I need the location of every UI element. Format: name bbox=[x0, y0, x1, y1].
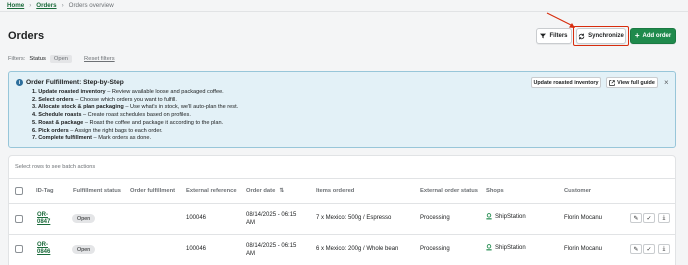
reset-filters-link[interactable]: Reset filters bbox=[84, 56, 115, 62]
synchronize-button[interactable]: Synchronize bbox=[576, 28, 626, 44]
order-date: 08/14/2025 - 06:15 AM bbox=[246, 212, 297, 226]
status-filter-label: Status bbox=[29, 56, 46, 62]
column-header-order-date-label: Order date bbox=[246, 188, 276, 194]
edit-icon[interactable]: ✎ bbox=[630, 213, 642, 223]
column-header-external-status[interactable]: External order status bbox=[420, 188, 478, 194]
page-title: Orders bbox=[8, 30, 45, 42]
orders-table-card: Select rows to see batch actions ID-Tag … bbox=[8, 155, 676, 265]
shipstation-icon bbox=[486, 244, 492, 251]
external-order-status: Processing bbox=[420, 215, 450, 221]
order-id-link[interactable]: OR-0847 bbox=[37, 212, 53, 226]
shop-name: ShipStation bbox=[495, 244, 526, 251]
filter-icon bbox=[540, 33, 547, 39]
filters-button-label: Filters bbox=[549, 33, 568, 39]
steps-list: 1. Update roasted inventory – Review ava… bbox=[32, 89, 238, 143]
update-roasted-inventory-button[interactable]: Update roasted inventory bbox=[531, 77, 601, 88]
select-all-checkbox[interactable] bbox=[15, 187, 23, 195]
breadcrumb-current: Orders overview bbox=[68, 2, 114, 9]
checkmark-icon[interactable]: ✓ bbox=[643, 244, 655, 254]
add-order-button-label: Add order bbox=[642, 33, 672, 39]
breadcrumb: Home › Orders › Orders overview bbox=[7, 2, 114, 9]
download-icon[interactable]: ⤓ bbox=[658, 213, 670, 223]
download-icon[interactable]: ⤓ bbox=[658, 244, 670, 254]
step-item: 5. Roast & package – Roast the coffee an… bbox=[32, 119, 224, 126]
fulfillment-guide-banner: i Order Fulfillment: Step-by-Step 1. Upd… bbox=[8, 71, 676, 148]
edit-icon[interactable]: ✎ bbox=[630, 244, 642, 254]
external-reference: 100046 bbox=[186, 215, 207, 221]
shop: ShipStation bbox=[486, 244, 526, 251]
row-checkbox[interactable] bbox=[15, 245, 23, 253]
step-item: 3. Allocate stock & plan packaging – Use… bbox=[32, 104, 239, 111]
sort-icon: ⇅ bbox=[279, 188, 285, 194]
divider bbox=[9, 203, 675, 204]
divider bbox=[9, 234, 675, 235]
step-item: 2. Select orders – Choose which orders y… bbox=[32, 96, 177, 103]
column-header-order-fulfillment[interactable]: Order fulfillment bbox=[130, 188, 175, 194]
column-header-items[interactable]: Items ordered bbox=[316, 188, 354, 194]
column-header-order-date[interactable]: Order date ⇅ bbox=[246, 188, 284, 194]
external-reference: 100046 bbox=[186, 246, 207, 252]
breadcrumb-home-link[interactable]: Home bbox=[7, 2, 24, 9]
status-badge: Open bbox=[72, 245, 96, 254]
divider bbox=[9, 178, 675, 179]
checkmark-icon[interactable]: ✓ bbox=[643, 213, 655, 223]
step-item: 6. Pick orders – Assign the right bags t… bbox=[32, 127, 163, 134]
column-header-fulfillment-status[interactable]: Fulfillment status bbox=[73, 188, 121, 194]
info-icon: i bbox=[16, 79, 23, 86]
step-item: 1. Update roasted inventory – Review ava… bbox=[32, 89, 224, 95]
breadcrumb-orders-link[interactable]: Orders bbox=[36, 2, 56, 9]
plus-icon: + bbox=[634, 31, 640, 40]
status-badge: Open bbox=[72, 214, 96, 223]
batch-actions-hint: Select rows to see batch actions bbox=[15, 164, 96, 170]
top-divider bbox=[0, 11, 688, 12]
column-header-id[interactable]: ID-Tag bbox=[36, 188, 54, 194]
status-filter-chip[interactable]: Open bbox=[49, 55, 73, 63]
view-full-guide-button[interactable]: View full guide bbox=[606, 77, 658, 88]
order-date: 08/14/2025 - 06:15 AM bbox=[246, 243, 297, 257]
sync-icon bbox=[578, 33, 585, 39]
add-order-button[interactable]: + Add order bbox=[630, 28, 676, 44]
filters-button[interactable]: Filters bbox=[536, 28, 572, 44]
breadcrumb-separator: › bbox=[61, 2, 64, 9]
synchronize-button-label: Synchronize bbox=[588, 33, 624, 39]
items-ordered: 7 x Mexico: 500g / Espresso bbox=[316, 215, 392, 221]
step-item: 7. Complete fulfillment – Mark orders as… bbox=[32, 135, 152, 142]
customer-name: Florin Mocanu bbox=[564, 246, 603, 252]
active-filters-row: Filters: Status Open Reset filters bbox=[8, 55, 115, 63]
shop: ShipStation bbox=[486, 213, 526, 220]
external-link-icon bbox=[609, 79, 615, 86]
filters-label: Filters: bbox=[8, 56, 26, 62]
customer-name: Florin Mocanu bbox=[564, 215, 603, 221]
items-ordered: 6 x Mexico: 200g / Whole bean bbox=[316, 246, 399, 252]
breadcrumb-separator: › bbox=[29, 2, 32, 9]
banner-title: Order Fulfillment: Step-by-Step bbox=[26, 79, 124, 86]
shipstation-icon bbox=[486, 213, 492, 220]
external-order-status: Processing bbox=[420, 246, 450, 252]
step-item: 4. Schedule roasts – Create roast schedu… bbox=[32, 112, 191, 119]
column-header-shops[interactable]: Shops bbox=[486, 188, 504, 194]
shop-name: ShipStation bbox=[495, 213, 526, 220]
view-full-guide-label: View full guide bbox=[617, 79, 655, 86]
row-checkbox[interactable] bbox=[15, 215, 23, 223]
order-id-link[interactable]: OR-0846 bbox=[37, 242, 53, 256]
column-header-customer[interactable]: Customer bbox=[564, 188, 591, 194]
column-header-external-reference[interactable]: External reference bbox=[186, 188, 237, 194]
close-icon[interactable]: × bbox=[664, 78, 669, 87]
